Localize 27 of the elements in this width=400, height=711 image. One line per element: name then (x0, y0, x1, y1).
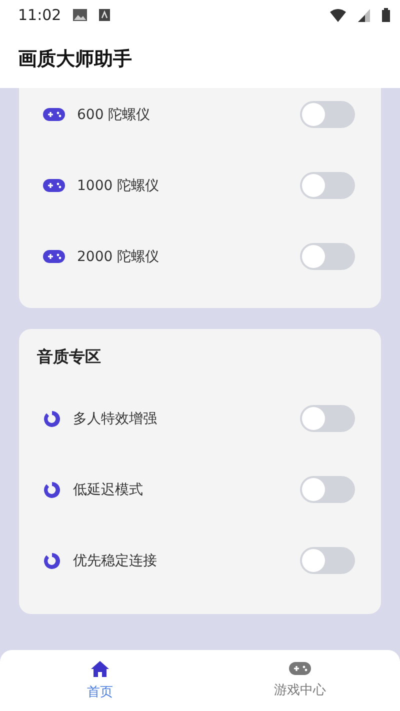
toggle-switch[interactable] (300, 101, 355, 128)
setting-label: 2000 陀螺仪 (77, 248, 160, 266)
gamepad-icon (43, 108, 65, 121)
section-title: 音质专区 (36, 346, 102, 368)
nav-tab[interactable]: 首页 (0, 650, 200, 711)
toggle-switch[interactable] (300, 405, 355, 432)
setting-label: 优先稳定连接 (73, 552, 158, 570)
toggle-switch[interactable] (300, 243, 355, 270)
setting-label: 1000 陀螺仪 (77, 176, 160, 194)
setting-label: 600 陀螺仪 (77, 106, 152, 124)
app-title: 画质大师助手 (18, 47, 132, 72)
gamepad-icon (289, 662, 311, 675)
nav-tab[interactable]: 游戏中心 (200, 650, 400, 711)
toggle-switch[interactable] (300, 547, 355, 574)
setting-label: 低延迟模式 (73, 480, 144, 498)
setting-label: 多人特效增强 (73, 410, 158, 428)
gamepad-icon (43, 179, 65, 192)
toggle-switch[interactable] (300, 172, 355, 199)
gamepad-icon (43, 250, 65, 263)
wifi-icon (330, 8, 346, 22)
battery-icon (382, 8, 390, 22)
signal-icon (358, 8, 370, 22)
image-icon (73, 9, 88, 21)
notification-icon (99, 9, 110, 21)
home-icon (91, 660, 109, 676)
toggle-switch[interactable] (300, 476, 355, 503)
status-time: 11:02 (18, 6, 62, 24)
